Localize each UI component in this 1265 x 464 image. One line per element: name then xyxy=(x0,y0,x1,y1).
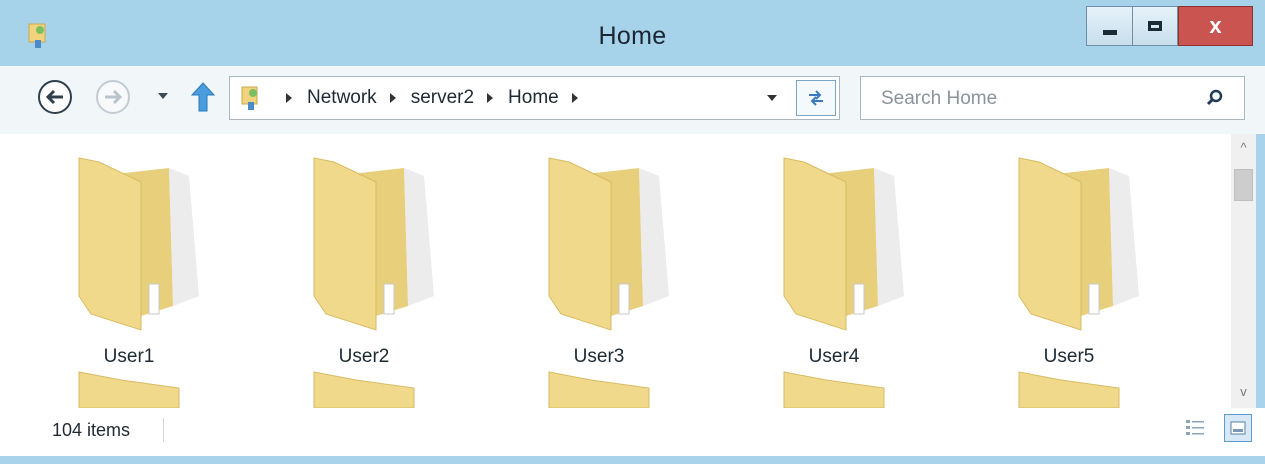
folder-item-partial[interactable] xyxy=(49,368,209,408)
folder-icon xyxy=(1018,157,1139,331)
folder-label: User3 xyxy=(573,346,625,367)
details-view-icon[interactable] xyxy=(1183,416,1207,440)
title-bar[interactable]: Home x xyxy=(0,0,1265,66)
folder-item[interactable]: User1 xyxy=(49,146,209,376)
address-history-dropdown[interactable] xyxy=(767,95,777,101)
file-list: User1 User2 User3 User4 User5 xyxy=(39,134,1231,408)
folder-label: User4 xyxy=(808,346,860,367)
close-button[interactable]: x xyxy=(1178,6,1253,46)
arrow-left-icon xyxy=(45,89,63,105)
folder-icon xyxy=(548,371,650,408)
chevron-right-icon[interactable] xyxy=(487,93,494,103)
navigation-bar: Network server2 Home xyxy=(0,66,1265,134)
scroll-thumb[interactable] xyxy=(1234,169,1253,201)
folder-label: User2 xyxy=(338,346,390,367)
minimize-button[interactable] xyxy=(1086,6,1132,46)
window-title: Home xyxy=(598,22,667,50)
folder-icon xyxy=(78,157,199,331)
back-button[interactable] xyxy=(38,80,72,114)
maximize-icon xyxy=(1148,21,1162,31)
chevron-right-icon[interactable] xyxy=(389,93,396,103)
scroll-up-icon[interactable]: ^ xyxy=(1231,140,1256,158)
explorer-window: Home x Network server2 Home Search Home … xyxy=(0,0,1265,464)
folder-item[interactable]: User2 xyxy=(284,146,444,376)
folder-icon xyxy=(313,157,434,331)
folder-icon xyxy=(313,371,415,408)
folder-item-partial[interactable] xyxy=(284,368,444,408)
folder-label: User1 xyxy=(103,346,155,367)
chevron-right-icon[interactable] xyxy=(571,93,578,103)
network-folder-icon xyxy=(241,86,258,110)
large-icons-view-icon xyxy=(1230,421,1246,435)
folder-label: User5 xyxy=(1043,346,1095,367)
folder-item-partial[interactable] xyxy=(519,368,679,408)
large-icons-view-button[interactable] xyxy=(1224,414,1252,442)
folder-icon xyxy=(783,371,885,408)
status-bar: 104 items xyxy=(0,408,1265,456)
folder-item-partial[interactable] xyxy=(989,368,1149,408)
window-border xyxy=(0,456,1265,464)
chevron-right-icon[interactable] xyxy=(286,93,292,103)
address-bar[interactable]: Network server2 Home xyxy=(229,76,840,120)
refresh-icon xyxy=(809,90,823,106)
folder-item[interactable]: User4 xyxy=(754,146,914,376)
close-icon: x xyxy=(1209,13,1222,38)
up-arrow-icon[interactable] xyxy=(190,80,216,114)
recent-locations-dropdown[interactable] xyxy=(158,93,168,99)
folder-icon xyxy=(783,157,904,331)
forward-button[interactable] xyxy=(96,80,130,114)
item-count: 104 items xyxy=(52,420,131,440)
scroll-down-icon[interactable]: v xyxy=(1231,384,1256,402)
search-box[interactable] xyxy=(860,76,1245,121)
refresh-button[interactable] xyxy=(796,80,836,116)
folder-icon xyxy=(548,157,669,331)
breadcrumb-home[interactable]: Home xyxy=(505,87,562,109)
status-divider xyxy=(163,418,164,442)
folder-item-partial[interactable] xyxy=(754,368,914,408)
folder-icon xyxy=(1018,371,1120,408)
breadcrumb: Network server2 Home xyxy=(282,77,590,119)
folder-item[interactable]: User5 xyxy=(989,146,1149,376)
breadcrumb-network[interactable]: Network xyxy=(304,87,380,109)
breadcrumb-server2[interactable]: server2 xyxy=(408,87,477,109)
search-icon[interactable] xyxy=(1205,88,1225,108)
minimize-icon xyxy=(1102,29,1117,35)
vertical-scrollbar[interactable]: ^ v xyxy=(1231,134,1256,408)
arrow-right-icon xyxy=(105,89,123,105)
folder-item[interactable]: User3 xyxy=(519,146,679,376)
folder-icon xyxy=(78,371,180,408)
maximize-button[interactable] xyxy=(1132,6,1178,46)
search-input[interactable] xyxy=(879,77,1183,121)
